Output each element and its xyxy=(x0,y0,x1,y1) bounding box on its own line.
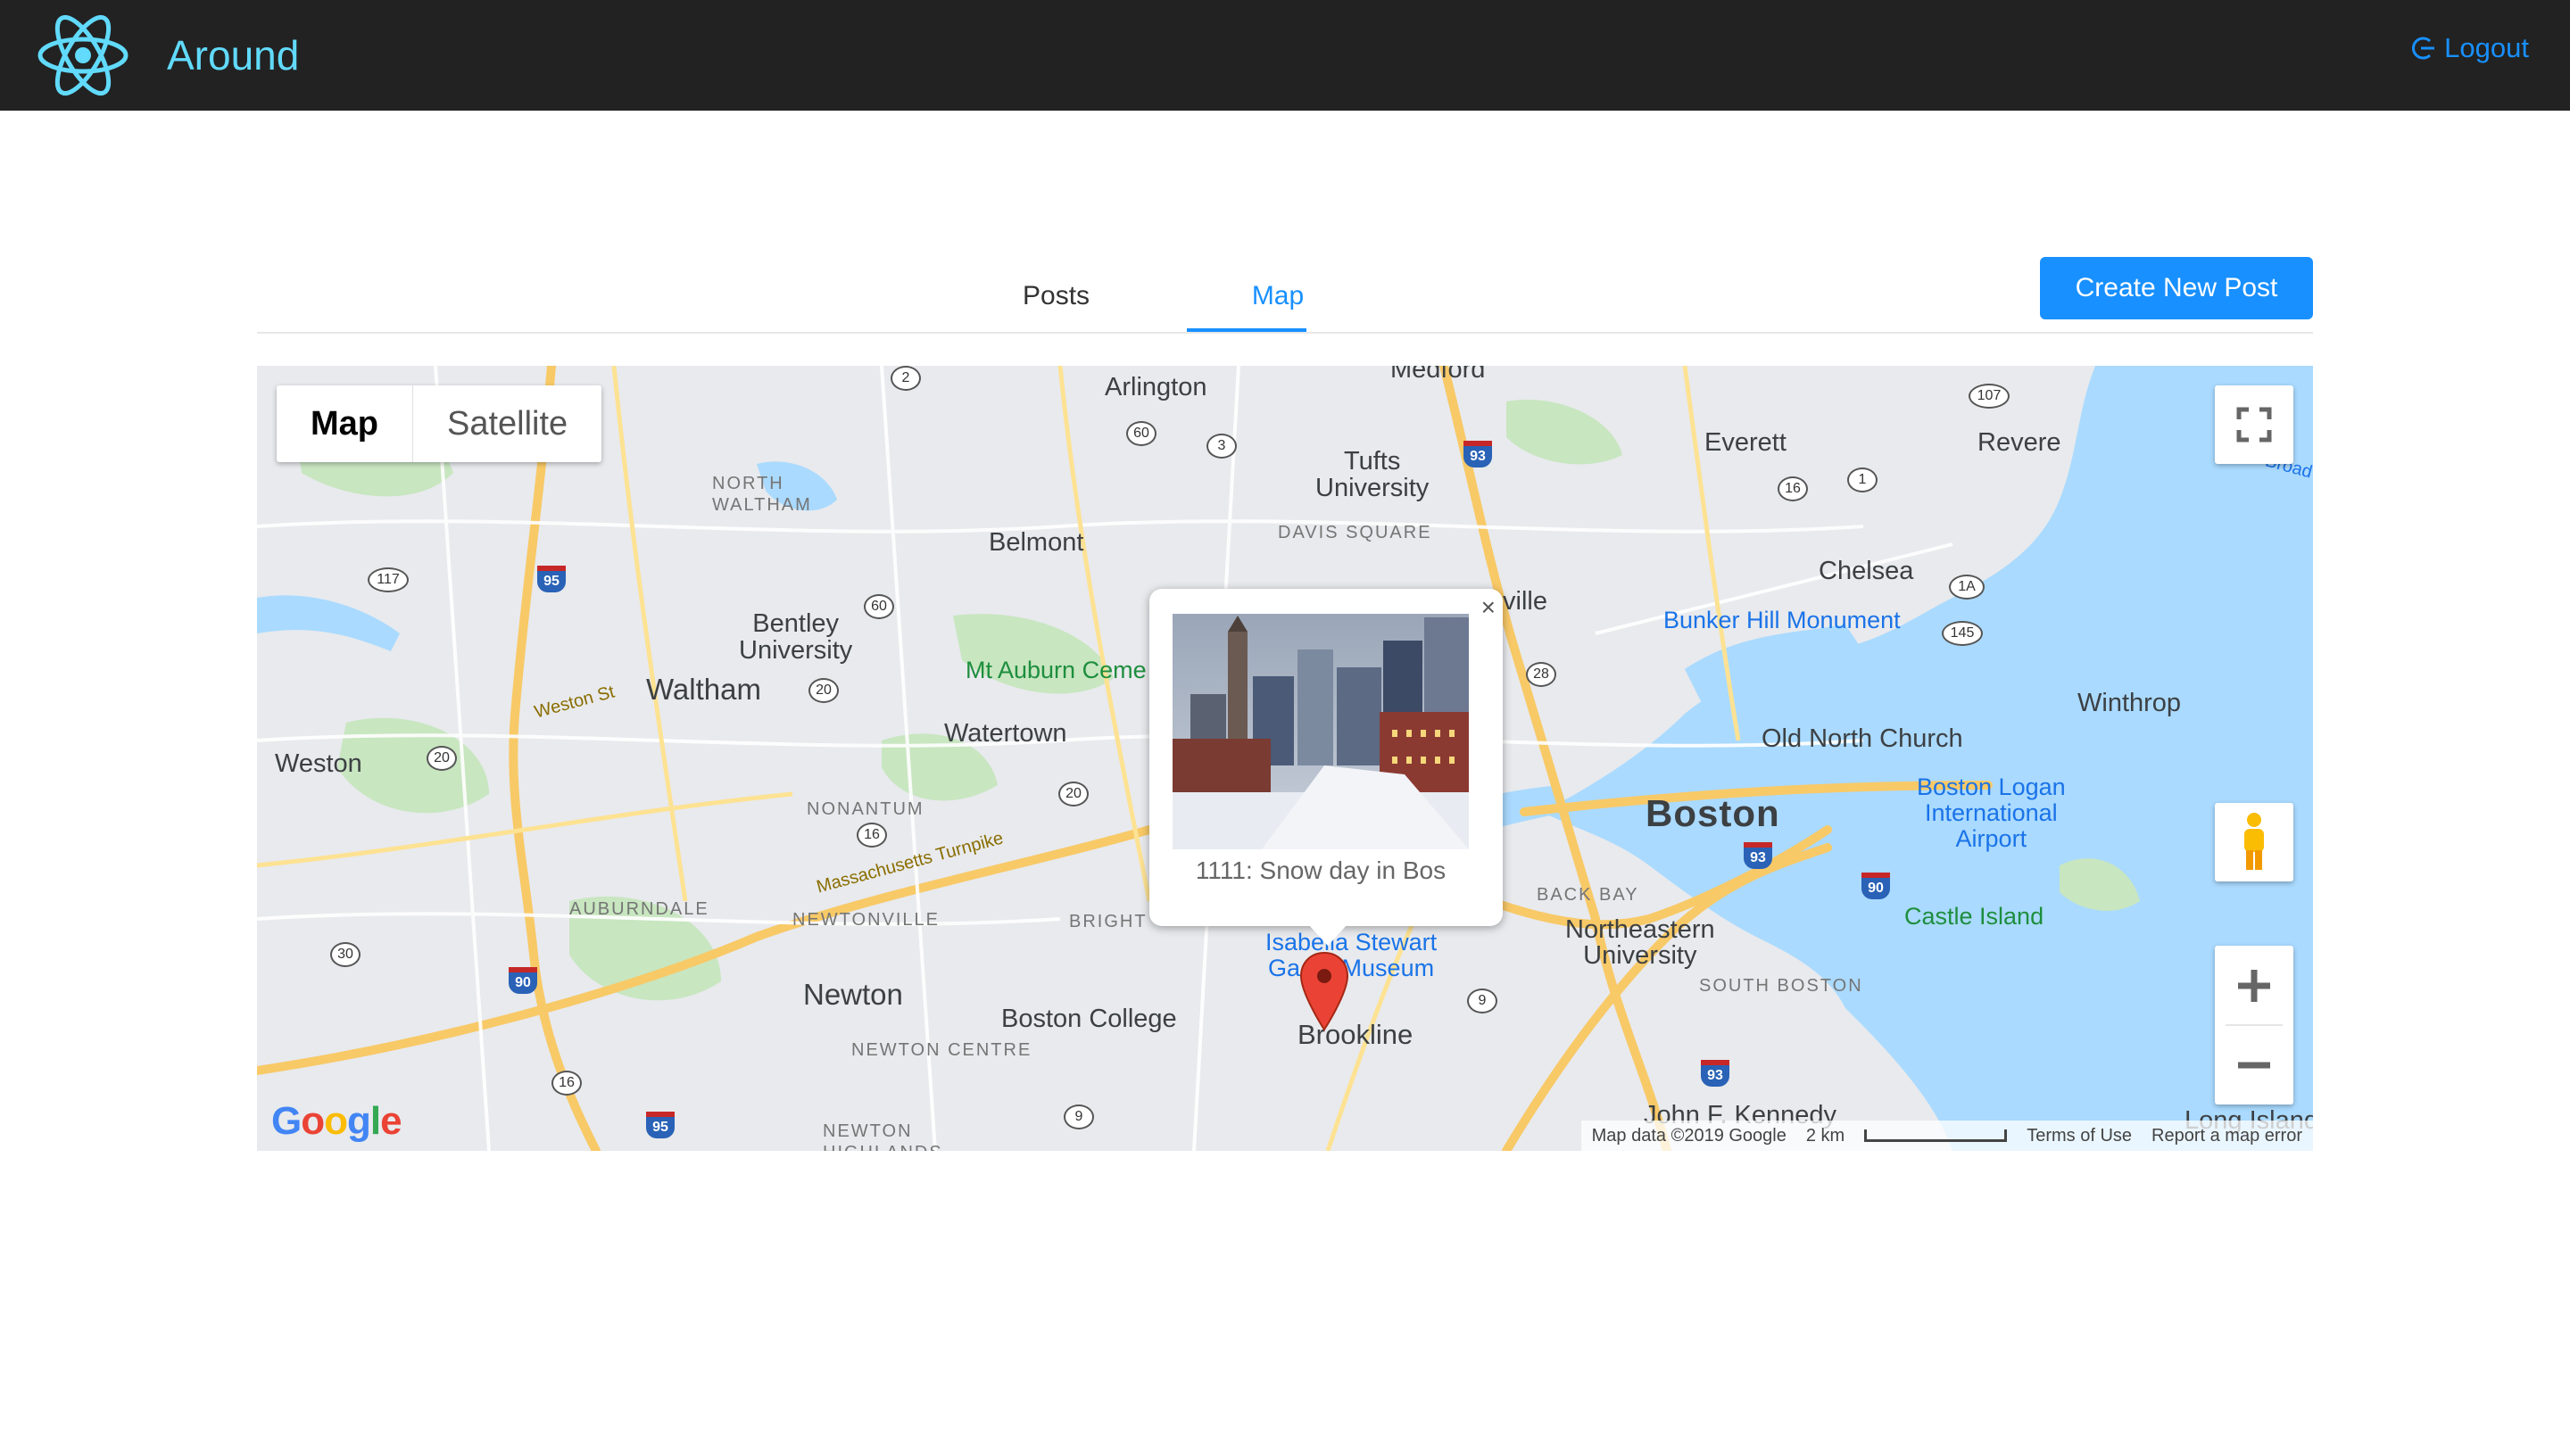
interstate-shield: 93 xyxy=(1463,441,1492,467)
map-label-tufts: Tufts University xyxy=(1315,447,1430,502)
street-view-pegman-button[interactable] xyxy=(2215,803,2293,881)
post-photo-image xyxy=(1173,614,1469,849)
map-label-newton-centre: NEWTON CENTRE xyxy=(851,1040,1032,1060)
route-shield: 9 xyxy=(1467,989,1497,1013)
route-shield: 60 xyxy=(1126,421,1156,446)
map-label-medford: Medford xyxy=(1390,366,1486,384)
route-shield: 16 xyxy=(1778,476,1808,501)
active-tab-indicator xyxy=(1187,328,1306,332)
map-label-brighton: BRIGHT xyxy=(1069,912,1148,931)
map-label-waltham: Waltham xyxy=(646,673,761,706)
map-type-control: Map Satellite xyxy=(277,385,602,462)
map-label-bentley: Bentley University xyxy=(739,609,853,665)
marker-info-window: × 1111: Snow day in Bos xyxy=(1149,589,1503,946)
scale-bar xyxy=(1864,1129,2008,1142)
route-shield: 3 xyxy=(1206,434,1237,459)
map-label-newtonville: NEWTONVILLE xyxy=(792,910,940,930)
zoom-out-button[interactable] xyxy=(2215,1025,2293,1104)
route-shield: 20 xyxy=(808,678,839,703)
map-label-winthrop: Winthrop xyxy=(2077,689,2182,717)
logout-icon xyxy=(2412,37,2435,60)
map-label-gardner-museum: Isabella Stewart Ga r Museum xyxy=(1265,929,1438,981)
react-atom-logo-icon xyxy=(37,14,128,96)
plus-icon xyxy=(2238,969,2270,1002)
map-label-davis-square: DAVIS SQUARE xyxy=(1278,523,1432,542)
app-title: Around xyxy=(167,32,300,79)
map-label-bunker-hill: Bunker Hill Monument xyxy=(1663,607,1901,633)
route-shield: 20 xyxy=(427,746,457,771)
route-shield: 28 xyxy=(1526,662,1556,687)
interstate-shield: 93 xyxy=(1744,842,1772,869)
map-label-mt-auburn: Mt Auburn Ceme xyxy=(966,657,1147,683)
route-shield: 30 xyxy=(330,942,361,967)
map-label-logan-airport: Boston Logan International Airport xyxy=(1917,774,2066,852)
interstate-shield: 95 xyxy=(646,1112,675,1138)
route-shield: 2 xyxy=(891,366,921,391)
tab-map[interactable]: Map xyxy=(1218,275,1338,318)
fullscreen-button[interactable] xyxy=(2215,385,2293,464)
map-label-somerville: ville xyxy=(1503,587,1547,616)
map-label-south-boston: SOUTH BOSTON xyxy=(1699,976,1863,996)
route-shield: 60 xyxy=(864,594,894,619)
map-label-boston: Boston xyxy=(1646,792,1780,834)
map-label-revere: Revere xyxy=(1977,428,2061,457)
map-label-belmont: Belmont xyxy=(989,528,1084,557)
map-type-map-button[interactable]: Map xyxy=(277,385,413,462)
logout-label: Logout xyxy=(2444,32,2529,63)
fullscreen-icon xyxy=(2236,407,2272,443)
route-shield: 16 xyxy=(551,1071,582,1096)
map-attribution-bar: Map data ©2019 Google 2 km Terms of Use … xyxy=(1580,1121,2313,1151)
scale-label[interactable]: 2 km xyxy=(1806,1126,1845,1146)
route-shield: 1A xyxy=(1949,575,1985,600)
logout-button[interactable]: Logout xyxy=(2410,32,2529,64)
map-label-northeastern: Northeastern University xyxy=(1565,915,1715,970)
map-label-newton-highlands: NEWTON HIGHLANDS xyxy=(823,1121,941,1151)
route-shield: 117 xyxy=(368,567,409,592)
map-label-auburndale: AUBURNDALE xyxy=(569,899,709,919)
pegman-icon xyxy=(2244,813,2264,870)
interstate-shield: 90 xyxy=(1861,873,1890,899)
zoom-in-button[interactable] xyxy=(2215,946,2293,1025)
map-marker-pin-icon[interactable] xyxy=(1299,951,1349,1031)
route-shield: 20 xyxy=(1058,782,1089,807)
map-label-nonantum: NONANTUM xyxy=(807,799,924,819)
minus-icon xyxy=(2238,1062,2270,1068)
info-window-tail xyxy=(1308,924,1347,946)
post-photo[interactable] xyxy=(1173,614,1469,849)
map-label-everett: Everett xyxy=(1704,428,1787,457)
tabs-bar: Posts Map xyxy=(257,253,2313,334)
map-label-back-bay: BACK BAY xyxy=(1537,885,1639,905)
route-shield: 9 xyxy=(1064,1104,1094,1129)
tab-posts[interactable]: Posts xyxy=(1023,275,1090,318)
terms-of-use-link[interactable]: Terms of Use xyxy=(2027,1126,2132,1146)
app-header: Around Logout xyxy=(0,0,2570,111)
map-label-castle-island: Castle Island xyxy=(1904,903,2044,930)
map-label-arlington: Arlington xyxy=(1105,373,1207,401)
post-caption: 1111: Snow day in Bos xyxy=(1195,856,1447,884)
map-label-weston: Weston xyxy=(275,749,362,778)
map-label-newton: Newton xyxy=(803,978,903,1011)
route-shield: 145 xyxy=(1942,621,1983,646)
google-logo: Google xyxy=(271,1099,402,1143)
map-label-chelsea: Chelsea xyxy=(1819,557,1914,585)
route-shield: 1 xyxy=(1847,467,1878,492)
map-label-old-north-church: Old North Church xyxy=(1762,724,1963,753)
route-shield: 16 xyxy=(857,823,887,848)
interstate-shield: 95 xyxy=(537,566,566,592)
create-new-post-button[interactable]: Create New Post xyxy=(2040,257,2313,319)
report-map-error-link[interactable]: Report a map error xyxy=(2151,1126,2302,1146)
zoom-control xyxy=(2215,946,2293,1104)
map-data-attribution: Map data ©2019 Google xyxy=(1591,1125,1787,1146)
map-label-watertown: Watertown xyxy=(944,719,1067,748)
interstate-shield: 90 xyxy=(509,967,537,994)
map-label-north-waltham: NORTH WALTHAM xyxy=(712,474,812,515)
map-type-satellite-button[interactable]: Satellite xyxy=(413,385,601,462)
route-shield: 107 xyxy=(1969,384,2010,409)
info-window-close-button[interactable]: × xyxy=(1481,594,1496,621)
map-view[interactable]: Medford Arlington Tufts University DAVIS… xyxy=(257,366,2313,1151)
interstate-shield: 93 xyxy=(1701,1060,1729,1087)
zoom-divider xyxy=(2226,1024,2283,1026)
map-label-boston-college: Boston College xyxy=(1001,1005,1177,1033)
